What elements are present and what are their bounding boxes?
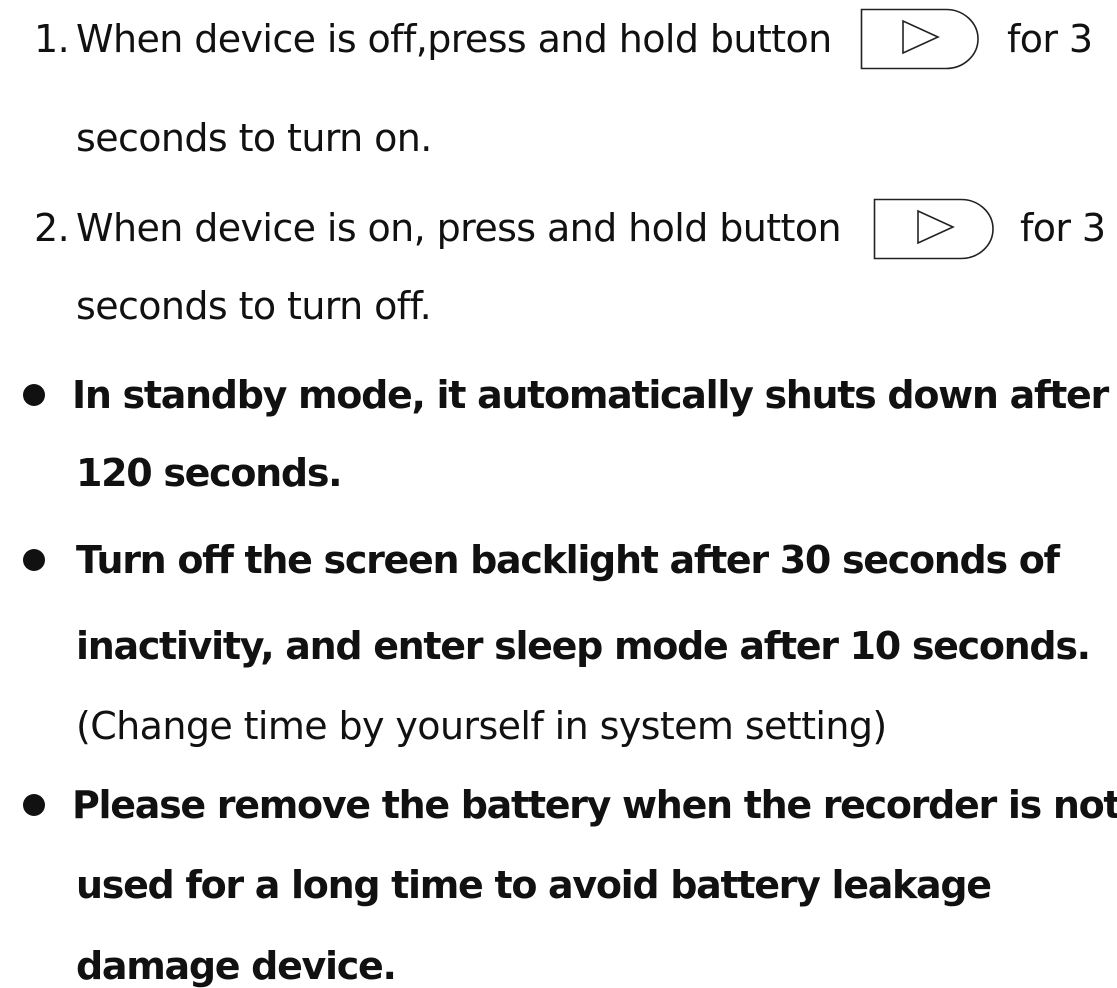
note-2-aside: (Change time by yourself in system setti… (76, 704, 887, 748)
step-1-suffix: for 3 (1007, 17, 1093, 61)
step-2-text: When device is on, press and hold button (76, 206, 842, 250)
bullet-icon (23, 384, 45, 406)
note-3-line-1: Please remove the battery when the recor… (72, 783, 1117, 827)
step-1-continuation: seconds to turn on. (76, 116, 432, 160)
note-3-line-2: used for a long time to avoid battery le… (76, 863, 992, 907)
note-1-line-1: In standby mode, it automatically shuts … (72, 373, 1109, 417)
step-1-number: 1. (34, 17, 70, 61)
play-button-icon (860, 8, 979, 70)
step-2-number: 2. (34, 206, 70, 250)
play-button-icon (873, 198, 994, 260)
step-1-text: When device is off,press and hold button (76, 17, 832, 61)
bullet-icon (23, 794, 45, 816)
bullet-icon (23, 549, 45, 571)
step-2-suffix: for 3 (1020, 206, 1106, 250)
note-1-line-2: 120 seconds. (76, 451, 343, 495)
note-2-line-1: Turn off the screen backlight after 30 s… (76, 538, 1060, 582)
note-2-line-2: inactivity, and enter sleep mode after 1… (76, 624, 1091, 668)
step-2-continuation: seconds to turn off. (76, 284, 432, 328)
note-3-line-3: damage device. (76, 944, 397, 988)
